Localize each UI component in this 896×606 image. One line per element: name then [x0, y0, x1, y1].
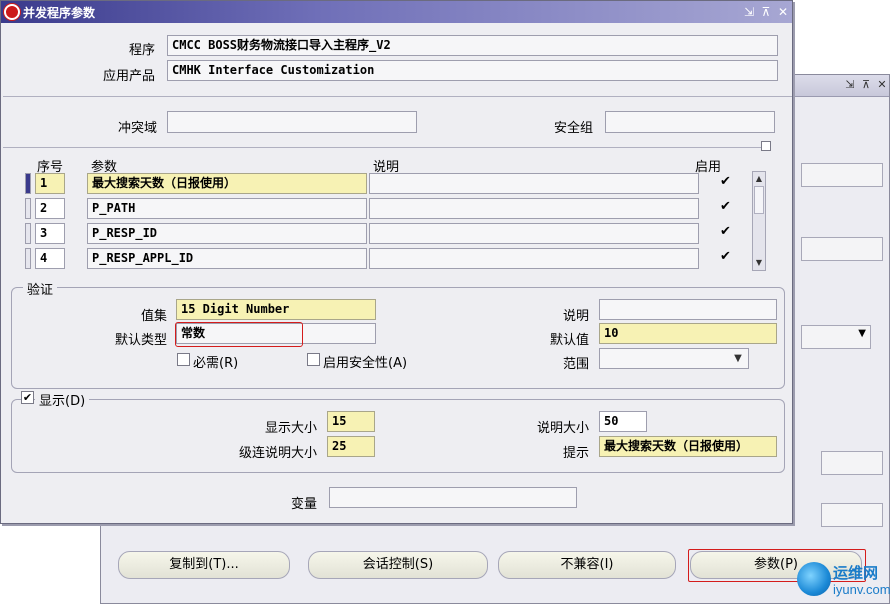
range-label: 范围	[562, 357, 589, 372]
security-group-field[interactable]	[605, 111, 775, 133]
enable-security-label: 启用安全性(A)	[323, 356, 408, 371]
row-selector[interactable]	[25, 198, 31, 219]
desc-field[interactable]	[369, 173, 699, 194]
default-type-field[interactable]: 常数	[176, 323, 376, 344]
default-type-label: 默认类型	[114, 333, 167, 348]
desc-field[interactable]	[369, 223, 699, 244]
session-control-button[interactable]: 会话控制(S)	[308, 551, 488, 579]
incompatible-button[interactable]: 不兼容(I)	[498, 551, 676, 579]
param-field[interactable]: P_RESP_APPL_ID	[87, 248, 367, 269]
param-field[interactable]: P_PATH	[87, 198, 367, 219]
watermark-text-cn: 运维网	[833, 564, 879, 582]
table-corner-box	[761, 141, 771, 151]
conflict-domain-label: 冲突域	[117, 121, 157, 136]
concurrent-program-parameters-dialog: 并发程序参数 ⇲ ⊼ ✕ 程序 CMCC BOSS财务物流接口导入主程序_V2 …	[0, 0, 793, 524]
watermark-logo-icon	[797, 562, 831, 596]
desc-size-label: 说明大小	[536, 421, 589, 436]
value-set-field[interactable]: 15 Digit Number	[176, 299, 376, 320]
oracle-app-icon	[4, 4, 20, 20]
close-icon[interactable]: ✕	[775, 4, 791, 20]
validation-group-title: 验证	[23, 279, 58, 298]
desc-field[interactable]	[369, 198, 699, 219]
cascade-desc-size-label: 级连说明大小	[238, 446, 317, 461]
enabled-checkbox[interactable]: ✔	[719, 250, 732, 264]
range-select[interactable]	[599, 348, 749, 369]
conflict-domain-field[interactable]	[167, 111, 417, 133]
table-scrollbar[interactable]: ▲ ▼	[752, 171, 766, 271]
background-select: ▼	[801, 325, 871, 349]
copy-to-button[interactable]: 复制到(T)...	[118, 551, 290, 579]
watermark-text-url: iyunv.com	[833, 582, 891, 597]
validation-desc-field[interactable]	[599, 299, 777, 320]
background-field	[821, 503, 883, 527]
chevron-down-icon: ▼	[858, 328, 866, 339]
required-checkbox[interactable]	[177, 353, 190, 366]
scroll-down-icon[interactable]: ▼	[753, 257, 765, 269]
seq-field[interactable]: 1	[35, 173, 65, 194]
row-selector[interactable]	[25, 223, 31, 244]
display-size-field[interactable]: 15	[327, 411, 375, 432]
chevron-down-icon[interactable]: ▼	[729, 349, 747, 368]
default-value-field[interactable]: 10	[599, 323, 777, 344]
enabled-checkbox[interactable]: ✔	[719, 200, 732, 214]
close-icon[interactable]: ✕	[875, 78, 889, 92]
enabled-checkbox[interactable]: ✔	[719, 225, 732, 239]
variable-label: 变量	[290, 497, 317, 512]
divider	[3, 96, 792, 97]
window-title: 并发程序参数	[23, 6, 96, 20]
seq-field[interactable]: 2	[35, 198, 65, 219]
seq-field[interactable]: 3	[35, 223, 65, 244]
display-checkbox[interactable]: ✔	[21, 391, 34, 404]
enable-security-checkbox[interactable]	[307, 353, 320, 366]
enabled-checkbox[interactable]: ✔	[719, 175, 732, 189]
background-field	[801, 163, 883, 187]
param-field[interactable]: 最大搜索天数（日报使用）	[87, 173, 367, 194]
watermark: 运维网 iyunv.com	[797, 560, 893, 604]
desc-size-field[interactable]: 50	[599, 411, 647, 432]
display-group-title: 显示(D)	[35, 390, 90, 409]
title-bar: 并发程序参数 ⇲ ⊼ ✕	[1, 1, 792, 23]
required-label: 必需(R)	[193, 356, 239, 371]
desc-field[interactable]	[369, 248, 699, 269]
param-field[interactable]: P_RESP_ID	[87, 223, 367, 244]
minimize-icon[interactable]: ⇲	[741, 4, 757, 20]
default-value-label: 默认值	[549, 333, 589, 348]
row-selector[interactable]	[25, 173, 31, 194]
background-field	[801, 237, 883, 261]
validation-desc-label: 说明	[562, 309, 589, 324]
background-field	[821, 451, 883, 475]
cascade-desc-size-field[interactable]: 25	[327, 436, 375, 457]
scroll-thumb[interactable]	[754, 186, 764, 214]
scroll-up-icon[interactable]: ▲	[753, 173, 765, 185]
maximize-icon[interactable]: ⊼	[758, 4, 774, 20]
divider	[3, 147, 763, 148]
application-label: 应用产品	[102, 69, 155, 84]
prompt-label: 提示	[562, 446, 589, 461]
minimize-icon[interactable]: ⇲	[843, 78, 857, 92]
value-set-label: 值集	[140, 309, 167, 324]
prompt-field[interactable]: 最大搜索天数（日报使用）	[599, 436, 777, 457]
program-field[interactable]: CMCC BOSS财务物流接口导入主程序_V2	[167, 35, 778, 56]
security-group-label: 安全组	[553, 121, 593, 136]
application-field[interactable]: CMHK Interface Customization	[167, 60, 778, 81]
display-size-label: 显示大小	[264, 421, 317, 436]
row-selector[interactable]	[25, 248, 31, 269]
program-label: 程序	[128, 43, 155, 58]
variable-field[interactable]	[329, 487, 577, 508]
seq-field[interactable]: 4	[35, 248, 65, 269]
maximize-icon[interactable]: ⊼	[859, 78, 873, 92]
